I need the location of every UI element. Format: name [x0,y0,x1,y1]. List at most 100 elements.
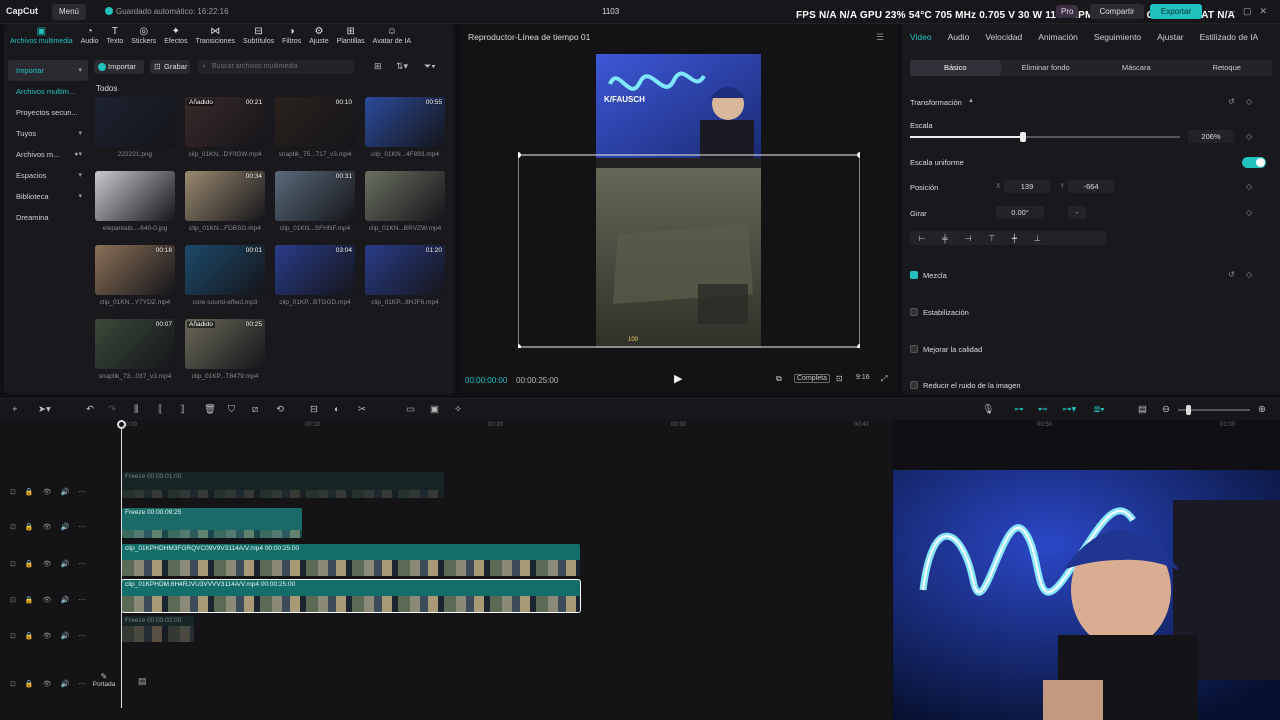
track-controls[interactable]: ⊡🔒👁🔊⋯ [10,523,94,531]
preview-axis-icon[interactable]: ⧈▾ [1094,404,1105,415]
media-thumbnail[interactable] [95,171,175,221]
split-right-icon[interactable]: ⟧ [180,404,185,415]
play-button[interactable]: ▶ [674,372,682,385]
noise-reduction-label[interactable]: Reducir el ruido de la imagen [923,381,1021,390]
media-thumbnail[interactable]: 00:18 [95,245,175,295]
alignment-buttons[interactable]: ⊢ ╪ ⊣ ⊤ ┿ ⊥ [910,231,1106,245]
sidebar-item[interactable]: Archivos multim... [8,81,88,102]
sidebar-item[interactable]: Importar ▾ [8,60,88,81]
zoom-fit-icon[interactable]: ⊡ [836,374,843,383]
video-subtab[interactable]: Máscara [1091,60,1182,76]
share-button[interactable]: Compartir [1090,4,1144,19]
crop-icon[interactable]: ⧄ [252,404,258,415]
stabilization-label[interactable]: Estabilización [923,308,969,317]
media-thumbnail[interactable] [365,171,445,221]
sidebar-item[interactable]: Espacios ▾ [8,165,88,186]
tab-effects[interactable]: ✦ Efectos [160,26,191,50]
stabilization-checkbox[interactable] [910,308,918,316]
reverse-icon[interactable]: ◐ [334,404,340,415]
blend-reset-icon[interactable]: ↺ [1228,270,1235,279]
blend-keyframe-icon[interactable]: ◇ [1246,270,1252,279]
reset-icon[interactable]: ↺ [1228,97,1235,106]
collapse-icon[interactable]: ▲ [968,98,974,104]
transform-section-title[interactable]: Transformación [910,98,962,107]
sidebar-item[interactable]: Proyectos secun... [8,102,88,123]
playhead[interactable] [121,420,122,708]
properties-tab[interactable]: Velocidad [985,32,1022,44]
caption-icon[interactable]: ▤ [1138,404,1147,415]
zoom-slider-handle[interactable] [1186,405,1191,415]
delete-icon[interactable]: 🗑 [204,404,216,415]
align-right-icon[interactable]: ⊣ [965,234,972,243]
noise-reduction-checkbox[interactable] [910,381,918,389]
search-input[interactable]: Buscar archivos multimedia [198,60,354,74]
rotate-dial[interactable]: - [1068,206,1086,219]
freeze-icon[interactable]: ⊟ [310,404,318,415]
mirror-icon[interactable]: ⟲ [276,404,284,415]
link-icon[interactable]: ⊶▾ [1062,404,1076,415]
video-subtab[interactable]: Eliminar fondo [1001,60,1092,76]
pro-badge[interactable]: Pro [1056,5,1079,18]
grid-view-icon[interactable]: ⊞ [374,61,382,72]
align-bottom-icon[interactable]: ⊥ [1034,234,1041,243]
timeline-clip[interactable]: Freeze 00:00:09:25 [122,508,302,538]
split-icon[interactable]: ⫼ [134,404,138,415]
sidebar-item[interactable]: Dreamina [8,207,88,228]
crop-icon[interactable]: ⧉ [776,374,782,384]
zoom-out-icon[interactable]: ⊖ [1162,404,1170,415]
track-controls[interactable]: ⊡🔒👁🔊⋯ [10,596,94,604]
media-thumbnail[interactable]: 00:55 [365,97,445,147]
window-controls[interactable]: —▢✕ [1226,6,1275,17]
position-keyframe-icon[interactable]: ◇ [1246,182,1252,191]
properties-tab[interactable]: Seguimiento [1094,32,1141,44]
media-thumbnail[interactable] [95,97,175,147]
scale-slider-handle[interactable] [1020,132,1027,142]
player-menu-icon[interactable]: ☰ [876,32,884,43]
ai-tool-icon[interactable]: ✧ [454,404,462,415]
link-main-track-icon[interactable]: ⊶ [1014,404,1024,415]
media-thumbnail[interactable]: 00:01 [185,245,265,295]
scale-keyframe-icon[interactable]: ◇ [1246,132,1252,141]
sort-icon[interactable]: ⇅▾ [396,61,408,72]
redo-icon[interactable]: ↷ [108,404,116,415]
timeline-clip[interactable]: Freeze 00:00:01:00 [122,472,444,498]
media-thumbnail[interactable]: 03:04 [275,245,355,295]
quality-full-button[interactable]: Completa [794,374,830,383]
tab-subtitle[interactable]: ⊟ Subtítulos [239,26,278,50]
tab-text[interactable]: T Texto [103,26,128,50]
properties-tab[interactable]: Estilizado de IA [1200,32,1259,44]
tab-audio[interactable]: ◔ Audio [77,26,103,50]
pos-x-input[interactable]: 139 [1004,180,1050,193]
filter-icon[interactable]: ⏷▾ [424,61,436,72]
blend-label[interactable]: Mezcla [923,271,947,280]
cover-image-icon[interactable]: ▤ [138,676,147,687]
add-track-icon[interactable]: + [12,404,18,415]
image-icon[interactable]: ▣ [430,404,439,415]
microphone-icon[interactable]: 🎙 [982,404,994,415]
tab-template[interactable]: ⊞ Plantillas [333,26,369,50]
remove-bg-icon[interactable]: ✂ [358,404,366,415]
export-button[interactable]: Exportar [1150,4,1202,19]
tab-transition[interactable]: ⋈ Transiciones [192,26,239,50]
video-subtab[interactable]: Básico [910,60,1001,76]
tab-avatar[interactable]: ☺ Avatar de IA [369,26,415,50]
rotate-input[interactable]: 0.00° [996,206,1044,219]
media-thumbnail[interactable]: 00:34 [185,171,265,221]
sidebar-item[interactable]: Tuyos ▾ [8,123,88,144]
timeline-clip[interactable]: clip_01KPHDM.6H4RJVU3VVVV3114A/V.mp4 00:… [121,579,581,613]
enhance-quality-checkbox[interactable] [910,345,918,353]
media-thumbnail[interactable]: 00:07 [95,319,175,369]
project-title[interactable]: 1103 [602,7,619,16]
time-ruler[interactable]: 00:00 00:10 00:20 00:30 00:40 00:50 01:00 [118,420,1235,432]
track-controls[interactable]: ⊡🔒👁🔊⋯ [10,632,94,640]
track-controls[interactable]: ⊡🔒👁🔊⋯ [10,680,94,688]
media-thumbnail[interactable]: 00:25 Añadido [185,319,265,369]
fullscreen-icon[interactable]: ⤢ [881,374,887,384]
properties-tab[interactable]: Video [910,32,932,44]
media-thumbnail[interactable]: 00:21 Añadido [185,97,265,147]
tab-media[interactable]: ▣ Archivos multimedia [6,26,77,50]
properties-tab[interactable]: Ajustar [1157,32,1183,44]
tab-sticker[interactable]: ◎ Stickers [127,26,160,50]
sidebar-item[interactable]: Archivos m... ●▾ [8,144,88,165]
zoom-in-icon[interactable]: ⊕ [1258,404,1266,415]
